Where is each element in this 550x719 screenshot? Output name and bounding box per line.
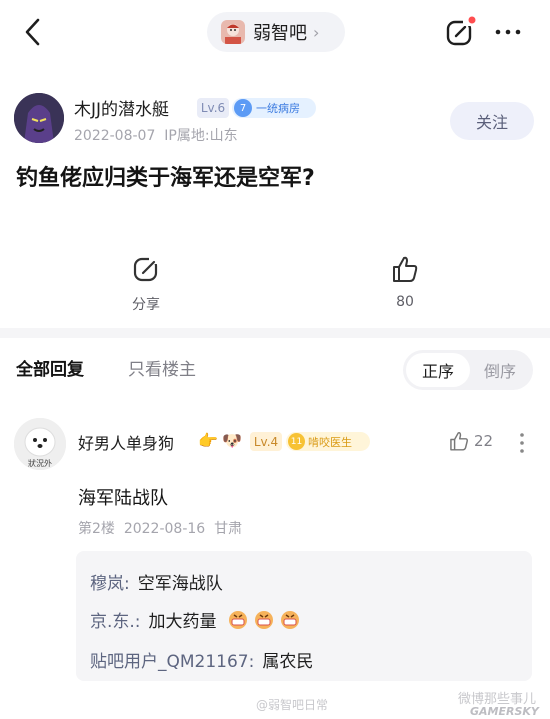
like-count: 80 — [396, 294, 414, 310]
sub-reply-user[interactable]: 贴吧用户_QM21167: — [90, 652, 254, 672]
comment-title-badge: 11 啃咬医生 — [286, 432, 370, 451]
post-meta: 2022-08-07 IP属地:山东 — [74, 125, 238, 145]
sweat-face-emoji — [228, 609, 300, 636]
pointing-emoji: 👉 — [198, 431, 218, 450]
share-button[interactable]: 分享 — [111, 254, 181, 314]
thumbs-up-icon — [393, 256, 418, 282]
comment-floor: 第2楼 — [78, 521, 115, 537]
forum-avatar — [221, 20, 245, 44]
dog-emoji: 🐶 — [222, 431, 242, 450]
forum-link[interactable]: 弱智吧 › — [207, 12, 345, 52]
vertical-dots-icon[interactable] — [516, 431, 528, 455]
comment-date: 2022-08-16 — [123, 521, 206, 537]
sort-toggle: 正序 倒序 — [403, 350, 533, 390]
sub-reply-user[interactable]: 京.东.: — [90, 612, 141, 632]
sub-reply[interactable]: 京.东.: 加大药量 — [90, 607, 300, 636]
title-badge-label: 一统病房 — [256, 102, 300, 115]
comment-avatar[interactable]: 狀況外 — [14, 418, 66, 470]
sort-ascending-button[interactable]: 正序 — [406, 353, 470, 387]
sub-reply-text: 加大药量 — [148, 612, 217, 632]
tab-op-only[interactable]: 只看楼主 — [128, 355, 196, 380]
title-badge-number: 7 — [234, 99, 252, 117]
top-bar: 弱智吧 › — [0, 0, 550, 66]
thumbs-up-icon — [450, 432, 468, 451]
comment-author[interactable]: 好男人单身狗 — [78, 430, 174, 454]
comment-title-badge-label: 啃咬医生 — [308, 435, 352, 449]
avatar-caption: 狀況外 — [28, 458, 52, 468]
post-title: 钓鱼佬应归类于海军还是空军? — [16, 166, 315, 191]
sub-reply[interactable]: 贴吧用户_QM21167: 属农民 — [90, 647, 313, 672]
like-button[interactable]: 80 — [370, 254, 440, 310]
post-date: 2022-08-07 — [74, 128, 156, 144]
forum-name: 弱智吧 — [253, 23, 307, 44]
sort-descending-button[interactable]: 倒序 — [470, 353, 530, 387]
author-name[interactable]: 木JJ的潜水艇 — [74, 95, 169, 120]
tab-all-replies[interactable]: 全部回复 — [16, 355, 84, 380]
chevron-right-icon: › — [313, 22, 320, 42]
sub-reply-text: 空军海战队 — [137, 574, 223, 594]
sub-reply-user[interactable]: 穆岚: — [90, 574, 130, 594]
back-arrow-icon[interactable] — [20, 16, 48, 48]
level-badge: Lv.6 — [197, 98, 229, 118]
notification-dot — [468, 16, 476, 24]
sub-reply[interactable]: 穆岚: 空军海战队 — [90, 569, 223, 594]
comment-meta: 第2楼 2022-08-16 甘肃 — [78, 518, 242, 538]
sub-reply-text: 属农民 — [262, 652, 314, 672]
comment-title-badge-number: 11 — [288, 433, 305, 450]
author-avatar[interactable] — [14, 93, 64, 143]
watermark-weibo: @弱智吧日常 — [256, 698, 329, 712]
title-badge: 7 一统病房 — [232, 98, 316, 118]
follow-button[interactable]: 关注 — [450, 102, 534, 140]
comment-text: 海军陆战队 — [78, 488, 168, 509]
edit-icon[interactable] — [443, 15, 477, 49]
watermark-brand: GAMERSKY — [470, 705, 539, 718]
sub-replies: 穆岚: 空军海战队 京.东.: 加大药量 贴吧用户_QM21167: 属农民 — [76, 551, 532, 681]
more-dots-icon[interactable] — [492, 17, 524, 47]
comment-level-badge: Lv.4 — [250, 432, 282, 451]
post-ip: IP属地:山东 — [164, 128, 238, 144]
section-divider — [0, 328, 550, 338]
comment-like-count: 22 — [474, 432, 494, 450]
comment-like-button[interactable]: 22 — [448, 430, 493, 452]
share-label: 分享 — [132, 297, 160, 313]
share-icon — [133, 256, 159, 282]
comment-location: 甘肃 — [214, 521, 243, 537]
